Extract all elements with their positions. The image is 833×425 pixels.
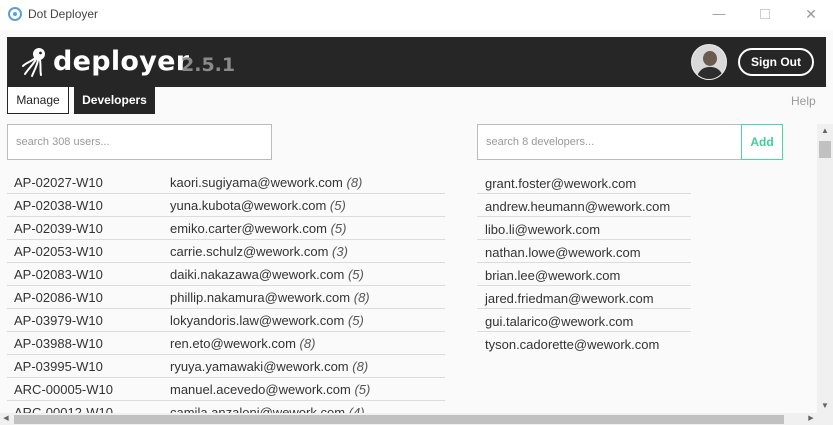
developers-list: grant.foster@wework.com andrew.heumann@we…	[477, 171, 691, 355]
scroll-down-icon[interactable]: ▼	[817, 399, 833, 413]
scroll-right-icon[interactable]: ▶	[805, 413, 817, 425]
scroll-thumb[interactable]	[819, 141, 831, 158]
developer-row[interactable]: andrew.heumann@wework.com	[477, 194, 691, 217]
machine-name: AP-02038-W10	[14, 198, 103, 213]
machine-name: AP-02027-W10	[14, 175, 103, 190]
octopus-logo-icon	[22, 48, 45, 77]
machine-name: AP-02083-W10	[14, 267, 103, 282]
machine-name: AP-02039-W10	[14, 221, 103, 236]
scrollbar-corner	[817, 413, 833, 425]
search-users-input[interactable]: search 308 users...	[7, 124, 272, 160]
developer-row[interactable]: nathan.lowe@wework.com	[477, 240, 691, 263]
user-count: (8)	[346, 175, 363, 190]
user-email: carrie.schulz@wework.com (3)	[170, 244, 348, 259]
user-count: (5)	[347, 313, 364, 328]
user-row[interactable]: ARC-00005-W10 manuel.acevedo@wework.com (…	[7, 378, 445, 401]
horizontal-scrollbar[interactable]: ◀ ▶	[0, 413, 817, 425]
minimize-button[interactable]: —	[708, 4, 730, 24]
machine-name: ARC-00005-W10	[14, 382, 113, 397]
user-count: (5)	[354, 382, 371, 397]
tab-developers[interactable]: Developers	[74, 87, 155, 114]
user-row[interactable]: AP-03979-W10 lokyandoris.law@wework.com (…	[7, 309, 445, 332]
developer-row[interactable]: libo.li@wework.com	[477, 217, 691, 240]
user-email: daiki.nakazawa@wework.com (5)	[170, 267, 364, 282]
user-email: lokyandoris.law@wework.com (5)	[170, 313, 364, 328]
machine-name: AP-03979-W10	[14, 313, 103, 328]
app-icon	[8, 7, 22, 21]
hscroll-thumb[interactable]	[14, 415, 784, 424]
user-row[interactable]: AP-02086-W10 phillip.nakamura@wework.com …	[7, 286, 445, 309]
user-count: (8)	[352, 359, 369, 374]
user-row[interactable]: AP-02039-W10 emiko.carter@wework.com (5)	[7, 217, 445, 240]
user-row[interactable]: AP-02083-W10 daiki.nakazawa@wework.com (5…	[7, 263, 445, 286]
scroll-up-icon[interactable]: ▲	[817, 124, 833, 138]
sign-out-button[interactable]: Sign Out	[738, 48, 814, 76]
user-email: kaori.sugiyama@wework.com (8)	[170, 175, 363, 190]
help-link[interactable]: Help	[791, 94, 816, 108]
version-label: 2.5.1	[181, 54, 236, 76]
user-email: yuna.kubota@wework.com (5)	[170, 198, 346, 213]
maximize-button[interactable]	[754, 4, 776, 24]
user-email: ryuya.yamawaki@wework.com (8)	[170, 359, 369, 374]
user-email: manuel.acevedo@wework.com (5)	[170, 382, 371, 397]
user-row[interactable]: AP-02053-W10 carrie.schulz@wework.com (3)	[7, 240, 445, 263]
user-count: (8)	[299, 336, 316, 351]
user-email: emiko.carter@wework.com (5)	[170, 221, 347, 236]
developer-row[interactable]: grant.foster@wework.com	[477, 171, 691, 194]
machine-name: AP-03988-W10	[14, 336, 103, 351]
add-developer-button[interactable]: Add	[741, 124, 783, 160]
machine-name: AP-02053-W10	[14, 244, 103, 259]
app-window: Dot Deployer — ✕ deployer 2.5.1 Sign Out…	[0, 0, 833, 425]
user-count: (5)	[330, 221, 347, 236]
app-header: deployer 2.5.1 Sign Out	[7, 37, 826, 87]
user-email: phillip.nakamura@wework.com (8)	[170, 290, 370, 305]
machine-name: AP-03995-W10	[14, 359, 103, 374]
developer-row[interactable]: tyson.cadorette@wework.com	[477, 332, 691, 355]
user-row[interactable]: AP-03995-W10 ryuya.yamawaki@wework.com (8…	[7, 355, 445, 378]
close-button[interactable]: ✕	[800, 4, 822, 24]
brand-name: deployer	[53, 46, 190, 77]
developer-row[interactable]: gui.talarico@wework.com	[477, 309, 691, 332]
developer-row[interactable]: jared.friedman@wework.com	[477, 286, 691, 309]
user-row[interactable]: AP-03988-W10 ren.eto@wework.com (8)	[7, 332, 445, 355]
tab-manage[interactable]: Manage	[7, 87, 69, 114]
avatar[interactable]	[691, 44, 727, 80]
user-count: (3)	[332, 244, 348, 259]
user-row[interactable]: AP-02027-W10 kaori.sugiyama@wework.com (8…	[7, 171, 445, 194]
user-row[interactable]: AP-02038-W10 yuna.kubota@wework.com (5)	[7, 194, 445, 217]
users-list: AP-02027-W10 kaori.sugiyama@wework.com (8…	[7, 171, 445, 424]
user-count: (5)	[347, 267, 364, 282]
search-developers-input[interactable]: search 8 developers...	[477, 124, 742, 160]
user-count: (5)	[329, 198, 346, 213]
window-title: Dot Deployer	[28, 7, 99, 21]
scroll-left-icon[interactable]: ◀	[0, 413, 12, 425]
title-bar: Dot Deployer — ✕	[0, 0, 833, 30]
machine-name: AP-02086-W10	[14, 290, 103, 305]
user-email: ren.eto@wework.com (8)	[170, 336, 316, 351]
vertical-scrollbar[interactable]: ▲ ▼	[817, 124, 833, 413]
developer-row[interactable]: brian.lee@wework.com	[477, 263, 691, 286]
user-count: (8)	[353, 290, 370, 305]
